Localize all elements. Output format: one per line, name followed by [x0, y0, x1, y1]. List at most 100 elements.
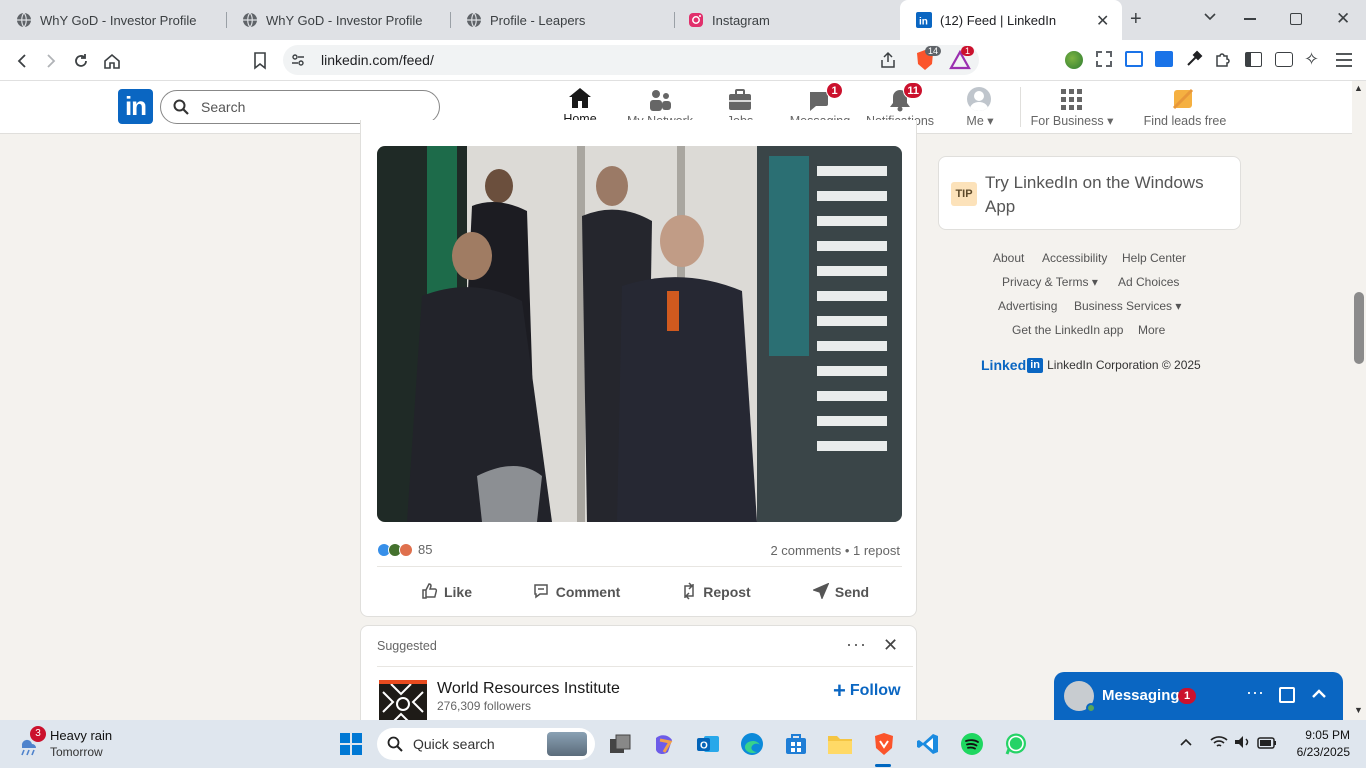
browser-tab[interactable]: WhY GoD - Investor Profile	[0, 0, 225, 40]
repost-icon	[681, 581, 697, 603]
feed-post-card: 85 2 comments • 1 repost Like Comment Re…	[360, 120, 917, 617]
footer-link-help-center[interactable]: Help Center	[1122, 251, 1186, 265]
nav-label: Me ▾	[966, 114, 994, 128]
search-icon	[387, 736, 403, 757]
search-icon	[173, 99, 189, 120]
browser-tab[interactable]: Profile - Leapers	[450, 0, 674, 40]
nav-me[interactable]: Me ▾	[940, 81, 1020, 134]
tab-title: Profile - Leapers	[490, 12, 586, 28]
dismiss-icon[interactable]: ✕	[883, 635, 898, 656]
microsoft-store-icon[interactable]	[780, 728, 812, 760]
address-bar[interactable]: linkedin.com/feed/	[283, 45, 979, 75]
browser-tab[interactable]: Instagram	[672, 0, 900, 40]
scrollbar[interactable]: ▲ ▼	[1352, 81, 1366, 720]
like-button[interactable]: Like	[391, 575, 501, 609]
footer-link-get-app[interactable]: Get the LinkedIn app	[1012, 323, 1123, 337]
sidebar-toggle-icon[interactable]	[1245, 52, 1262, 67]
reactions-summary[interactable]: 85	[377, 542, 432, 557]
new-tab-icon[interactable]: +	[1130, 8, 1142, 31]
extension-globe-icon[interactable]	[1065, 51, 1083, 69]
post-image[interactable]	[377, 146, 902, 522]
footer-link-ad-choices[interactable]: Ad Choices	[1118, 275, 1179, 289]
thumbs-up-icon	[420, 582, 438, 603]
footer-link-advertising[interactable]: Advertising	[998, 299, 1057, 313]
file-explorer-icon[interactable]	[824, 728, 856, 760]
more-options-icon[interactable]: ···	[846, 634, 867, 655]
scrollbar-thumb[interactable]	[1354, 292, 1364, 364]
bookmark-icon[interactable]	[247, 48, 273, 74]
browser-tab-bar: WhY GoD - Investor Profile WhY GoD - Inv…	[0, 0, 1366, 40]
forward-icon[interactable]	[38, 48, 64, 74]
share-icon[interactable]	[879, 51, 897, 74]
send-button[interactable]: Send	[791, 575, 891, 609]
browser-tab[interactable]: WhY GoD - Investor Profile	[226, 0, 450, 40]
chat-icon: 1	[807, 82, 843, 112]
chevron-up-icon[interactable]	[1311, 686, 1327, 707]
url-text: linkedin.com/feed/	[321, 52, 434, 68]
copyright-line: Linked in LinkedIn Corporation © 2025	[981, 357, 1201, 373]
brave-browser-icon[interactable]	[868, 728, 900, 760]
compose-icon[interactable]	[1279, 687, 1295, 703]
battery-icon[interactable]	[1257, 736, 1277, 754]
nav-find-leads[interactable]: Find leads free	[1140, 81, 1230, 134]
outlook-icon[interactable]: O	[692, 728, 724, 760]
eyedropper-icon[interactable]	[1185, 50, 1203, 73]
extension-window-icon[interactable]	[1125, 51, 1143, 67]
back-icon[interactable]	[9, 48, 35, 74]
spotify-icon[interactable]	[956, 728, 988, 760]
comment-icon	[532, 582, 550, 603]
repost-button[interactable]: Repost	[656, 575, 776, 609]
footer-link-business-services[interactable]: Business Services ▾	[1074, 299, 1181, 313]
clock-date[interactable]: 6/23/2025	[1280, 745, 1350, 759]
wallet-icon[interactable]	[1275, 52, 1293, 67]
browser-tab-active[interactable]: in (12) Feed | LinkedIn ✕	[900, 0, 1122, 40]
tab-search-icon[interactable]	[1203, 9, 1217, 28]
wifi-icon[interactable]	[1210, 735, 1228, 754]
comments-reposts-count[interactable]: 2 comments • 1 repost	[770, 543, 900, 558]
edge-icon[interactable]	[736, 728, 768, 760]
reload-icon[interactable]	[68, 48, 94, 74]
suggested-card: Suggested ··· ✕ World Resources Institut…	[360, 625, 917, 735]
nav-for-business[interactable]: For Business ▾	[1030, 81, 1114, 134]
windows-app-tip-card[interactable]: TIP Try LinkedIn on the Windows App	[938, 156, 1241, 230]
windows-start-icon[interactable]	[335, 728, 367, 760]
qr-code-icon[interactable]	[1096, 51, 1112, 67]
leo-ai-icon[interactable]: ✧	[1304, 49, 1319, 70]
brave-rewards-icon[interactable]: 1	[949, 46, 975, 75]
comment-button[interactable]: Comment	[511, 575, 641, 609]
menu-icon[interactable]	[1336, 53, 1352, 72]
footer-link-accessibility[interactable]: Accessibility	[1042, 251, 1107, 265]
copilot-icon[interactable]	[648, 728, 680, 760]
organization-name[interactable]: World Resources Institute	[437, 680, 620, 698]
site-settings-icon[interactable]	[291, 53, 305, 72]
scroll-down-icon[interactable]: ▼	[1354, 705, 1363, 715]
restore-icon[interactable]	[1290, 13, 1302, 25]
linkedin-logo[interactable]: in	[118, 89, 153, 124]
minimize-icon[interactable]	[1244, 18, 1256, 20]
footer-link-privacy-terms[interactable]: Privacy & Terms ▾	[1002, 275, 1098, 289]
extension-tab-icon[interactable]	[1155, 51, 1173, 67]
extensions-puzzle-icon[interactable]	[1214, 50, 1232, 73]
footer-link-more[interactable]: More	[1138, 323, 1165, 337]
more-options-icon[interactable]: ···	[1246, 682, 1264, 703]
whatsapp-icon[interactable]	[1000, 728, 1032, 760]
weather-badge: 3	[30, 726, 46, 742]
scroll-up-icon[interactable]: ▲	[1354, 83, 1363, 93]
task-view-icon[interactable]	[604, 728, 636, 760]
close-tab-icon[interactable]: ✕	[1096, 11, 1109, 31]
brave-shield-icon[interactable]: 14	[915, 46, 942, 76]
vscode-icon[interactable]	[912, 728, 944, 760]
hidden-icons-chevron-icon[interactable]	[1180, 736, 1192, 754]
volume-icon[interactable]	[1234, 735, 1252, 754]
rewards-count: 1	[961, 46, 975, 56]
messaging-widget[interactable]: Messaging 1 ···	[1054, 672, 1343, 720]
nav-label: For Business ▾	[1030, 114, 1114, 128]
taskbar-search[interactable]: Quick search	[377, 728, 595, 760]
search-label: Quick search	[413, 736, 495, 752]
close-window-icon[interactable]: ✕	[1336, 9, 1350, 29]
home-icon[interactable]	[99, 48, 125, 74]
clock-time[interactable]: 9:05 PM	[1290, 728, 1350, 742]
search-input[interactable]: Search	[160, 90, 440, 124]
follow-button[interactable]: + Follow	[833, 680, 901, 702]
footer-link-about[interactable]: About	[993, 251, 1024, 265]
